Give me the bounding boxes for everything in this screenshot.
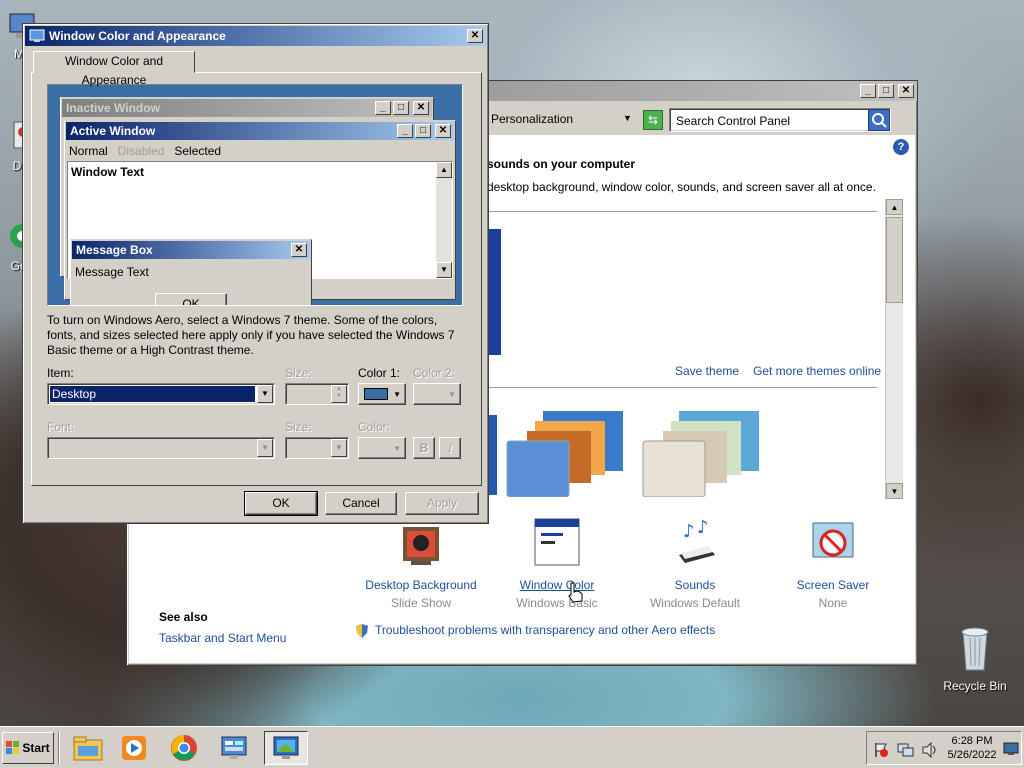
shield-icon (356, 624, 368, 638)
page-heading: sounds on your computer (487, 157, 636, 171)
preview-ok-button: OK (155, 293, 227, 305)
scroll-down-button[interactable]: ▼ (886, 483, 903, 499)
preview-message-box: Message Box ✕ Message Text OK (70, 239, 312, 305)
svg-text:♪: ♪ (683, 521, 695, 542)
scroll-up-button[interactable]: ▲ (886, 199, 903, 215)
refresh-icon[interactable]: ⇆ (643, 110, 663, 130)
cancel-button[interactable]: Cancel (325, 492, 397, 515)
sounds-icon[interactable]: ♪ ♪ (669, 517, 721, 567)
chevron-down-icon: ▼ (393, 444, 401, 453)
desktop-icon-recycle-bin[interactable]: Recycle Bin (940, 624, 1010, 693)
desktop-background-icon[interactable] (397, 521, 445, 569)
folder-icon (73, 736, 103, 761)
spinner-icon[interactable]: ▲ ▼ (331, 385, 347, 403)
font-size-dropdown[interactable]: ▼ (285, 437, 349, 459)
font-dropdown[interactable]: ▼ (47, 437, 275, 459)
window-color-link[interactable]: Window Color (487, 578, 627, 592)
screen-saver-icon[interactable] (809, 519, 857, 567)
volume-icon[interactable] (921, 742, 939, 758)
color1-label: Color 1: (358, 366, 401, 380)
maximize-button[interactable]: □ (878, 84, 894, 98)
desktop-background-link[interactable]: Desktop Background (351, 578, 491, 592)
chevron-down-icon[interactable]: ▼ (257, 385, 273, 403)
network-icon[interactable] (897, 742, 915, 758)
color1-picker-button[interactable]: ▼ (358, 383, 406, 405)
ok-button[interactable]: OK (244, 491, 318, 516)
search-input[interactable]: Search Control Panel (669, 108, 891, 132)
clock[interactable]: 6:28 PM 5/26/2022 (945, 734, 999, 762)
recycle-bin-icon (961, 627, 989, 671)
bold-button[interactable]: B (413, 437, 435, 459)
chevron-down-icon[interactable]: ▼ (257, 439, 273, 457)
taskbar: Start 6:28 PM 5/26/2022 (0, 726, 1024, 768)
taskbar-start-menu-link[interactable]: Taskbar and Start Menu (159, 631, 286, 645)
scroll-thumb[interactable] (886, 217, 903, 303)
screen-saver-link[interactable]: Screen Saver (763, 578, 903, 592)
windows-logo-icon (6, 741, 20, 754)
theme-windows-classic-icon[interactable] (505, 407, 625, 497)
theme-nature-icon[interactable] (641, 407, 761, 497)
item-size-label: Size: (285, 366, 312, 380)
divider (487, 211, 877, 212)
show-desktop-icon[interactable] (1003, 742, 1019, 756)
theme-preview-partial (487, 229, 501, 355)
start-button[interactable]: Start (2, 732, 54, 764)
dialog-titlebar: Window Color and Appearance ✕ (25, 26, 486, 46)
save-theme-link[interactable]: Save theme (675, 364, 739, 378)
font-size-label: Size: (285, 420, 312, 434)
item-dropdown[interactable]: Desktop ▼ (47, 383, 275, 405)
minimize-button[interactable]: _ (860, 84, 876, 98)
address-bar[interactable]: Personalization ▼ (489, 109, 639, 131)
display-settings-icon (273, 736, 299, 759)
system-tray: 6:28 PM 5/26/2022 (866, 731, 1022, 765)
appearance-preview: Inactive Window _ □ ✕ Active Window _ □ ✕ No… (47, 84, 463, 306)
control-panel-icon (221, 736, 247, 759)
window-color-dialog: Window Color and Appearance ✕ Window Col… (22, 23, 489, 524)
theme-scrollbar[interactable]: ▲ ▼ (885, 199, 903, 499)
taskbar-control-panel[interactable] (212, 731, 256, 765)
close-button[interactable]: ✕ (898, 84, 914, 98)
svg-text:♪: ♪ (697, 517, 709, 538)
apply-button[interactable]: Apply (405, 492, 479, 515)
get-more-themes-link[interactable]: Get more themes online (753, 364, 881, 378)
item-label: Item: (47, 366, 74, 380)
hand-cursor-icon (568, 582, 583, 603)
divider (487, 387, 877, 388)
font-label: Font: (47, 420, 75, 434)
color2-picker-button[interactable]: ▼ (413, 383, 461, 405)
page-description: desktop background, window color, sounds… (487, 180, 876, 194)
taskbar-window-color[interactable] (264, 731, 308, 765)
tab-window-color-appearance[interactable]: Window Color and Appearance (33, 51, 195, 87)
help-icon[interactable]: ? (893, 139, 909, 155)
color1-swatch (364, 388, 388, 400)
address-dropdown-icon[interactable]: ▼ (623, 113, 632, 123)
chevron-down-icon: ▼ (448, 390, 456, 399)
italic-button[interactable]: I (439, 437, 461, 459)
chevron-down-icon[interactable]: ▼ (331, 439, 347, 457)
preview-scrollbar: ▲ ▼ (436, 162, 452, 278)
dialog-close-button[interactable]: ✕ (467, 29, 483, 43)
media-player-icon (122, 736, 146, 760)
font-color-picker-button[interactable]: ▼ (358, 437, 406, 459)
action-center-flag-icon[interactable] (873, 742, 889, 758)
see-also-heading: See also (159, 610, 208, 624)
dialog-title: Window Color and Appearance (49, 29, 226, 43)
display-settings-icon (29, 29, 45, 42)
sounds-link[interactable]: Sounds (625, 578, 765, 592)
taskbar-chrome[interactable] (162, 731, 206, 765)
window-color-icon[interactable] (533, 517, 581, 567)
font-color-label: Color: (358, 420, 391, 434)
google-chrome-icon (171, 735, 197, 761)
taskbar-media-player[interactable] (112, 731, 156, 765)
chevron-down-icon: ▼ (393, 390, 401, 399)
taskbar-explorer[interactable] (66, 731, 110, 765)
item-size-spinner[interactable]: ▲ ▼ (285, 383, 349, 405)
troubleshoot-aero-link[interactable]: Troubleshoot problems with transparency … (375, 623, 715, 637)
preview-menu-bar: Normal Disabled Selected (69, 144, 222, 158)
search-icon[interactable] (868, 109, 890, 131)
window-controls: _ □ ✕ (860, 84, 914, 98)
aero-info-text: To turn on Windows Aero, select a Window… (47, 313, 455, 357)
theme-thumb-partial (489, 415, 497, 495)
color2-label: Color 2: (413, 366, 456, 380)
